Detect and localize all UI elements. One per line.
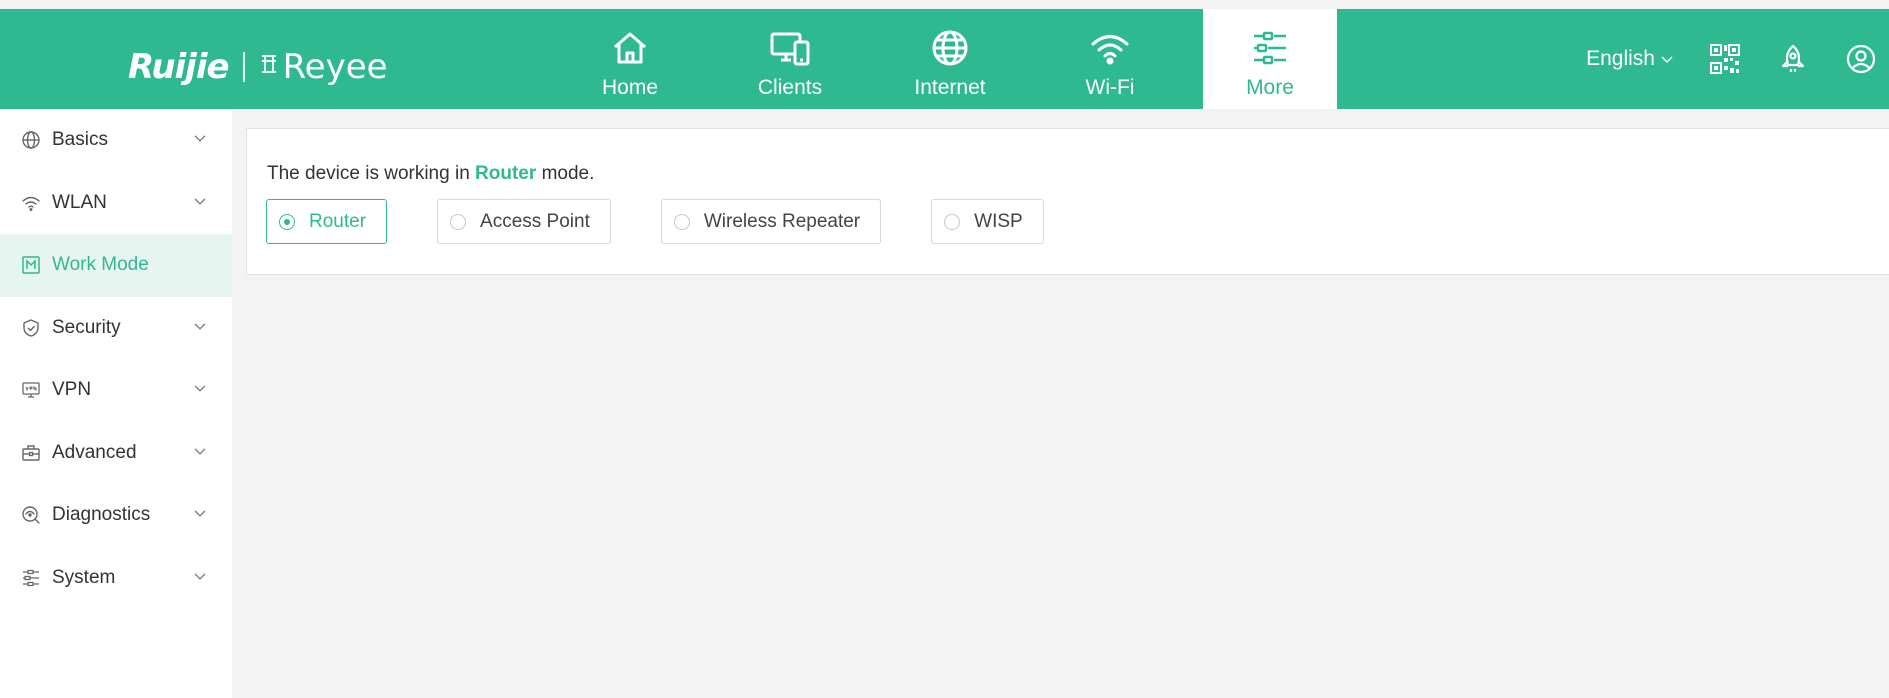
reyee-mark-icon	[259, 52, 279, 82]
settings-list-icon	[20, 567, 42, 589]
user-icon[interactable]	[1845, 43, 1877, 75]
sidebar-item-label: Security	[52, 316, 121, 338]
top-header: Ruijie Reyee Home Clients Internet Wi-Fi…	[0, 9, 1889, 109]
sidebar-item-diagnostics[interactable]: Diagnostics	[0, 484, 232, 547]
sidebar-item-security[interactable]: Security	[0, 297, 232, 360]
chevron-down-icon	[1661, 51, 1673, 67]
sidebar-item-label: Basics	[52, 129, 108, 151]
devices-icon	[768, 26, 812, 70]
sidebar-item-label: Work Mode	[52, 254, 149, 276]
mode-option-label: Router	[309, 210, 367, 232]
work-mode-status: The device is working in Router mode.	[267, 163, 594, 185]
vpn-icon	[20, 379, 42, 401]
status-prefix: The device is working in	[267, 163, 470, 184]
main-nav: Home Clients Internet Wi-Fi More	[550, 9, 1337, 109]
sidebar-item-label: WLAN	[52, 191, 107, 213]
chevron-down-icon	[194, 377, 206, 399]
mode-option-router[interactable]: Router	[266, 199, 388, 244]
radio-unselected-icon	[944, 213, 961, 230]
nav-home-label: Home	[601, 76, 659, 99]
nav-wifi[interactable]: Wi-Fi	[1030, 9, 1190, 109]
mode-option-label: Wireless Repeater	[703, 210, 861, 232]
chevron-down-icon	[194, 315, 206, 337]
globe-icon	[20, 129, 42, 151]
radio-selected-icon	[279, 213, 295, 230]
shield-icon	[20, 317, 42, 339]
brand-logo: Ruijie Reyee	[128, 45, 388, 89]
logo-ruijie: Ruijie	[128, 47, 230, 87]
sidebar-item-vpn[interactable]: VPN	[0, 359, 232, 422]
sidebar-item-basics[interactable]: Basics	[0, 109, 232, 172]
radio-unselected-icon	[450, 213, 467, 230]
mode-option-access-point[interactable]: Access Point	[437, 199, 611, 244]
nav-internet-label: Internet	[914, 76, 986, 99]
rocket-icon[interactable]	[1777, 43, 1809, 75]
mode-option-wireless-repeater[interactable]: Wireless Repeater	[660, 199, 882, 244]
header-actions: English	[1586, 9, 1889, 109]
chevron-down-icon	[194, 502, 206, 524]
home-icon	[608, 26, 652, 70]
work-mode-panel: The device is working in Router mode. Ro…	[246, 128, 1889, 275]
chevron-down-icon	[194, 440, 206, 462]
qr-code-icon[interactable]	[1709, 43, 1741, 75]
sidebar-item-label: Advanced	[52, 441, 137, 463]
current-mode: Router	[475, 163, 537, 184]
logo-reyee: Reyee	[282, 47, 388, 87]
chevron-down-icon	[194, 127, 206, 149]
sidebar-item-wlan[interactable]: WLAN	[0, 172, 232, 235]
chevron-down-icon	[194, 190, 206, 212]
wifi-icon	[1088, 26, 1132, 70]
globe-icon	[928, 26, 972, 70]
radio-unselected-icon	[673, 213, 690, 230]
language-selector[interactable]: English	[1586, 47, 1673, 71]
sidebar-item-system[interactable]: System	[0, 547, 232, 610]
mode-option-label: WISP	[974, 210, 1023, 232]
sliders-icon	[1248, 26, 1292, 70]
sidebar-item-label: Diagnostics	[52, 504, 151, 526]
sidebar-item-label: System	[52, 566, 116, 588]
nav-clients-label: Clients	[757, 76, 823, 99]
status-suffix: mode.	[541, 163, 595, 184]
chevron-down-icon	[194, 565, 206, 587]
sidebar-item-label: VPN	[52, 379, 92, 401]
sidebar: Basics WLAN Work Mode Security VPN Advan…	[0, 109, 232, 698]
nav-clients[interactable]: Clients	[710, 9, 870, 109]
work-mode-options: Router Access Point Wireless Repeater WI…	[266, 199, 1044, 244]
wifi-icon	[20, 192, 42, 214]
nav-wifi-label: Wi-Fi	[1085, 76, 1135, 99]
nav-home[interactable]: Home	[550, 9, 710, 109]
sidebar-item-work-mode[interactable]: Work Mode	[0, 234, 232, 297]
sidebar-item-advanced[interactable]: Advanced	[0, 422, 232, 485]
mode-option-label: Access Point	[480, 210, 590, 232]
nav-more[interactable]: More	[1203, 9, 1337, 109]
logo-separator	[242, 52, 245, 82]
toolbox-icon	[20, 442, 42, 464]
nav-more-label: More	[1246, 76, 1294, 99]
mode-option-wisp[interactable]: WISP	[931, 199, 1044, 244]
diagnostics-icon	[20, 504, 42, 526]
nav-internet[interactable]: Internet	[870, 9, 1030, 109]
work-mode-icon	[20, 254, 42, 276]
language-label: English	[1586, 47, 1655, 70]
